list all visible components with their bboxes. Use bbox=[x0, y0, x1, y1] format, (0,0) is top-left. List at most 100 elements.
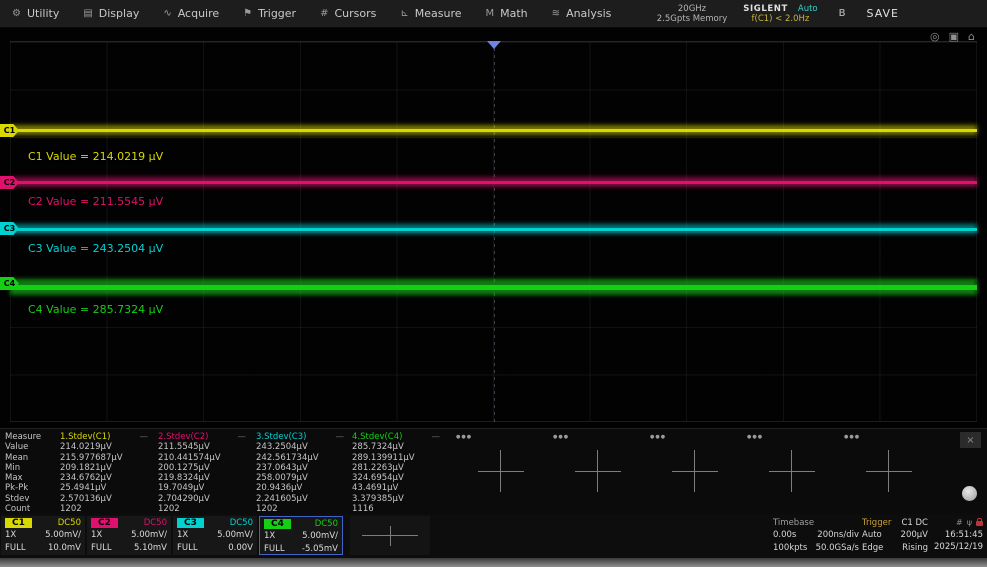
c2-value-label: C2 Value = 211.5545 μV bbox=[28, 195, 163, 208]
trigger-position-indicator[interactable] bbox=[487, 41, 501, 49]
channel-tag: C4 bbox=[264, 519, 291, 529]
trigger-mode: Auto bbox=[862, 529, 882, 541]
screen-bezel bbox=[0, 558, 987, 567]
c3-value-label: C3 Value = 243.2504 μV bbox=[28, 242, 163, 255]
row-label-stdev: Stdev bbox=[5, 494, 57, 504]
network-icon: # bbox=[956, 519, 963, 527]
channel-probe: 1X bbox=[5, 529, 16, 541]
camera-icon[interactable]: ◎ bbox=[930, 31, 940, 43]
menu-acquire-label: Acquire bbox=[178, 7, 219, 20]
clock-time: 16:51:45 bbox=[930, 529, 983, 541]
timebase-delay: 0.00s bbox=[773, 529, 796, 541]
channel-offset: -5.05mV bbox=[302, 543, 338, 555]
channel-offset: 0.00V bbox=[228, 542, 253, 554]
menu-utility[interactable]: ⚙ Utility bbox=[12, 7, 83, 20]
stat-min: 209.1821μV bbox=[60, 463, 152, 473]
menu-bar: ⚙ Utility ▤ Display ∿ Acquire ⚑ Trigger … bbox=[0, 0, 987, 28]
measurement-collapse-button[interactable]: — bbox=[336, 432, 349, 442]
measurement-collapse-button[interactable]: — bbox=[238, 432, 251, 442]
stat-value: 211.5545μV bbox=[158, 442, 250, 452]
trace-core bbox=[10, 285, 977, 290]
save-button[interactable]: SAVE bbox=[867, 7, 899, 20]
stat-pkpk: 43.4691μV bbox=[352, 483, 444, 493]
measure-panel-handle[interactable] bbox=[962, 486, 977, 501]
fullscreen-icon[interactable]: ▣ bbox=[949, 31, 959, 43]
b-button[interactable]: B bbox=[834, 6, 851, 21]
add-measurement-button[interactable] bbox=[478, 450, 524, 492]
measurement-collapse-button[interactable]: — bbox=[140, 432, 153, 442]
oscilloscope-screen: ⚙ Utility ▤ Display ∿ Acquire ⚑ Trigger … bbox=[0, 0, 987, 567]
trigger-status-badge: Auto bbox=[798, 4, 818, 14]
add-measurement-button[interactable] bbox=[672, 450, 718, 492]
acquisition-info[interactable]: 20GHz 2.5Gpts Memory bbox=[657, 4, 728, 24]
menu-math[interactable]: M Math bbox=[486, 7, 552, 20]
cursors-icon: # bbox=[320, 8, 328, 19]
add-measurement-button[interactable] bbox=[575, 450, 621, 492]
timebase-block[interactable]: Timebase 0.00s 200ns/div 100kpts 50.0GSa… bbox=[773, 517, 859, 554]
lock-icon[interactable] bbox=[976, 521, 983, 526]
menu-cursors[interactable]: # Cursors bbox=[320, 7, 400, 20]
trigger-block[interactable]: Trigger C1 DC Auto 200μV Edge Rising bbox=[862, 517, 928, 554]
stat-count: 1202 bbox=[256, 504, 348, 514]
stat-pkpk: 25.4941μV bbox=[60, 483, 152, 493]
measure-panel-close-button[interactable]: × bbox=[960, 432, 981, 448]
menu-measure[interactable]: ⊾ Measure bbox=[400, 7, 485, 20]
channel-tag: C3 bbox=[177, 518, 204, 528]
stat-max: 234.6762μV bbox=[60, 473, 152, 483]
measurement-header[interactable]: 4.Stdev(C4) bbox=[352, 432, 402, 442]
timebase-title: Timebase bbox=[773, 517, 814, 529]
menu-utility-label: Utility bbox=[27, 7, 59, 20]
memory-label: 2.5Gpts Memory bbox=[657, 14, 728, 24]
measurement-header[interactable]: 1.Stdev(C1) bbox=[60, 432, 110, 442]
stat-max: 324.6954μV bbox=[352, 473, 444, 483]
channel-scale: 5.00mV/ bbox=[131, 529, 167, 541]
measurement-slot-menu-button[interactable]: ●●● bbox=[650, 434, 666, 440]
measurement-slot-menu-button[interactable]: ●●● bbox=[747, 434, 763, 440]
channel-descriptor-c3[interactable]: C3 DC50 1X 5.00mV/ FULL 0.00V bbox=[173, 516, 257, 555]
channel-tag: C1 bbox=[5, 518, 32, 528]
channel-coupling: DC50 bbox=[315, 518, 338, 530]
channel-probe: 1X bbox=[264, 530, 275, 542]
measurement-slot-menu-button[interactable]: ●●● bbox=[456, 434, 472, 440]
row-label-max: Max bbox=[5, 473, 57, 483]
timebase-sample-rate: 50.0GSa/s bbox=[816, 542, 859, 554]
measurement-slot-menu-button[interactable]: ●●● bbox=[553, 434, 569, 440]
stat-count: 1116 bbox=[352, 504, 444, 514]
waveform-icon: ∿ bbox=[163, 8, 171, 19]
descriptor-strip: C1 DC50 1X 5.00mV/ FULL 10.0mV C2 DC50 1… bbox=[0, 514, 987, 558]
measurement-collapse-button[interactable]: — bbox=[432, 432, 445, 442]
channel-bandwidth: FULL bbox=[177, 542, 198, 554]
stat-mean: 242.561734μV bbox=[256, 453, 348, 463]
stat-max: 258.0079μV bbox=[256, 473, 348, 483]
menu-acquire[interactable]: ∿ Acquire bbox=[163, 7, 243, 20]
status-block: # ψ 16:51:45 2025/12/19 bbox=[930, 517, 985, 554]
measurement-slot-5: ●●● bbox=[452, 429, 549, 515]
stat-pkpk: 20.9436μV bbox=[256, 483, 348, 493]
channel-offset: 10.0mV bbox=[48, 542, 81, 554]
trace-core bbox=[10, 181, 977, 184]
brand-block: SIGLENT Auto f(C1) < 2.0Hz bbox=[743, 4, 817, 24]
measurement-slot-menu-button[interactable]: ●●● bbox=[844, 434, 860, 440]
stat-mean: 215.977687μV bbox=[60, 453, 152, 463]
add-measurement-button[interactable] bbox=[866, 450, 912, 492]
measurement-header[interactable]: 3.Stdev(C3) bbox=[256, 432, 306, 442]
menu-math-label: Math bbox=[500, 7, 528, 20]
frequency-counter: f(C1) < 2.0Hz bbox=[743, 14, 817, 24]
channel-descriptor-c4[interactable]: C4 DC50 1X 5.00mV/ FULL -5.05mV bbox=[259, 516, 343, 555]
stat-pkpk: 19.7049μV bbox=[158, 483, 250, 493]
menu-display[interactable]: ▤ Display bbox=[83, 7, 163, 20]
row-label-count: Count bbox=[5, 504, 57, 514]
channel-offset: 5.10mV bbox=[134, 542, 167, 554]
channel-coupling: DC50 bbox=[144, 517, 167, 529]
measurement-panel: Measure Value Mean Min Max Pk-Pk Stdev C… bbox=[0, 428, 987, 514]
add-channel-button[interactable] bbox=[350, 516, 430, 555]
channel-descriptor-c1[interactable]: C1 DC50 1X 5.00mV/ FULL 10.0mV bbox=[1, 516, 85, 555]
menu-trigger[interactable]: ⚑ Trigger bbox=[243, 7, 320, 20]
menu-analysis[interactable]: ≋ Analysis bbox=[552, 7, 636, 20]
measurement-slot-8: ●●● bbox=[743, 429, 840, 515]
touch-lock-icon[interactable]: ⌂ bbox=[968, 31, 975, 43]
add-measurement-button[interactable] bbox=[769, 450, 815, 492]
channel-descriptor-c2[interactable]: C2 DC50 1X 5.00mV/ FULL 5.10mV bbox=[87, 516, 171, 555]
measurement-header[interactable]: 2.Stdev(C2) bbox=[158, 432, 208, 442]
stat-stdev: 2.704290μV bbox=[158, 494, 250, 504]
